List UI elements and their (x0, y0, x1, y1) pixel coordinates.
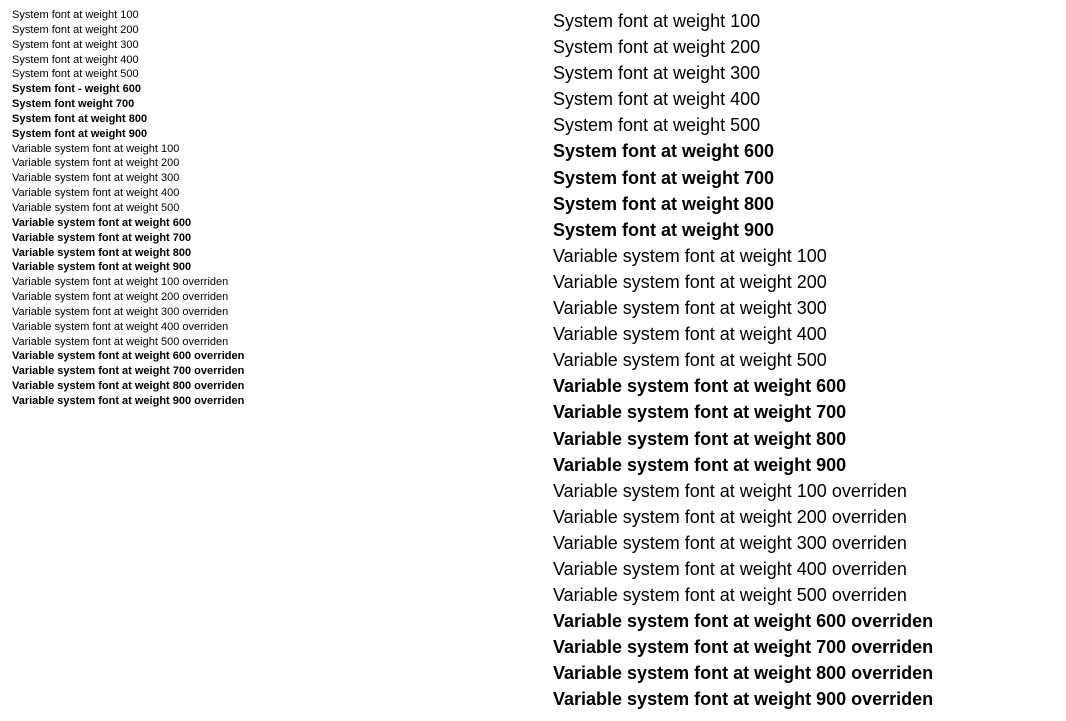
variable-font-item: Variable system font at weight 400 (553, 321, 1054, 347)
variable-font-overriden-item: Variable system font at weight 600 overr… (553, 608, 1054, 634)
variable-font-overriden-item: Variable system font at weight 200 overr… (12, 290, 513, 305)
variable-font-item: Variable system font at weight 600 (553, 373, 1054, 399)
system-font-item: System font at weight 400 (12, 53, 513, 68)
variable-font-item: Variable system font at weight 500 (12, 201, 513, 216)
variable-font-overriden-item: Variable system font at weight 700 overr… (12, 364, 513, 379)
variable-font-overriden-item: Variable system font at weight 400 overr… (12, 320, 513, 335)
variable-font-item: Variable system font at weight 900 (553, 452, 1054, 478)
variable-font-item: Variable system font at weight 500 (553, 347, 1054, 373)
variable-font-overriden-item: Variable system font at weight 300 overr… (553, 530, 1054, 556)
system-font-item: System font at weight 200 (553, 34, 1054, 60)
variable-font-item: Variable system font at weight 300 (12, 171, 513, 186)
variable-font-overriden-item: Variable system font at weight 600 overr… (12, 349, 513, 364)
variable-font-item: Variable system font at weight 800 (12, 246, 513, 261)
variable-font-overriden-item: Variable system font at weight 900 overr… (553, 686, 1054, 712)
variable-font-item: Variable system font at weight 100 (553, 243, 1054, 269)
variable-font-overriden-item: Variable system font at weight 500 overr… (12, 335, 513, 350)
system-font-item: System font at weight 600 (553, 138, 1054, 164)
variable-font-overriden-item: Variable system font at weight 800 overr… (12, 379, 513, 394)
system-font-item: System font at weight 800 (12, 112, 513, 127)
system-font-item: System font at weight 900 (553, 217, 1054, 243)
system-font-item: System font at weight 400 (553, 86, 1054, 112)
variable-font-overriden-item: Variable system font at weight 100 overr… (12, 275, 513, 290)
system-font-item: System font at weight 300 (12, 38, 513, 53)
system-font-item: System font at weight 100 (553, 8, 1054, 34)
system-font-item: System font weight 700 (12, 97, 513, 112)
variable-font-overriden-item: Variable system font at weight 100 overr… (553, 478, 1054, 504)
variable-font-item: Variable system font at weight 200 (553, 269, 1054, 295)
variable-font-overriden-item: Variable system font at weight 900 overr… (12, 394, 513, 409)
variable-font-item: Variable system font at weight 700 (553, 399, 1054, 425)
system-font-item: System font at weight 900 (12, 127, 513, 142)
variable-font-item: Variable system font at weight 600 (12, 216, 513, 231)
right-column: System font at weight 100System font at … (533, 8, 1054, 713)
system-font-item: System font at weight 800 (553, 191, 1054, 217)
variable-font-overriden-item: Variable system font at weight 800 overr… (553, 660, 1054, 686)
variable-font-overriden-item: Variable system font at weight 300 overr… (12, 305, 513, 320)
system-font-item: System font - weight 600 (12, 82, 513, 97)
variable-font-item: Variable system font at weight 100 (12, 142, 513, 157)
variable-font-item: Variable system font at weight 400 (12, 186, 513, 201)
variable-font-item: Variable system font at weight 200 (12, 156, 513, 171)
variable-font-item: Variable system font at weight 800 (553, 426, 1054, 452)
variable-font-item: Variable system font at weight 900 (12, 260, 513, 275)
variable-font-item: Variable system font at weight 700 (12, 231, 513, 246)
system-font-item: System font at weight 500 (553, 112, 1054, 138)
variable-font-overriden-item: Variable system font at weight 200 overr… (553, 504, 1054, 530)
system-font-item: System font at weight 700 (553, 165, 1054, 191)
variable-font-item: Variable system font at weight 300 (553, 295, 1054, 321)
variable-font-overriden-item: Variable system font at weight 700 overr… (553, 634, 1054, 660)
left-column: System font at weight 100System font at … (12, 8, 533, 713)
variable-font-overriden-item: Variable system font at weight 500 overr… (553, 582, 1054, 608)
system-font-item: System font at weight 100 (12, 8, 513, 23)
system-font-item: System font at weight 500 (12, 67, 513, 82)
variable-font-overriden-item: Variable system font at weight 400 overr… (553, 556, 1054, 582)
system-font-item: System font at weight 200 (12, 23, 513, 38)
system-font-item: System font at weight 300 (553, 60, 1054, 86)
